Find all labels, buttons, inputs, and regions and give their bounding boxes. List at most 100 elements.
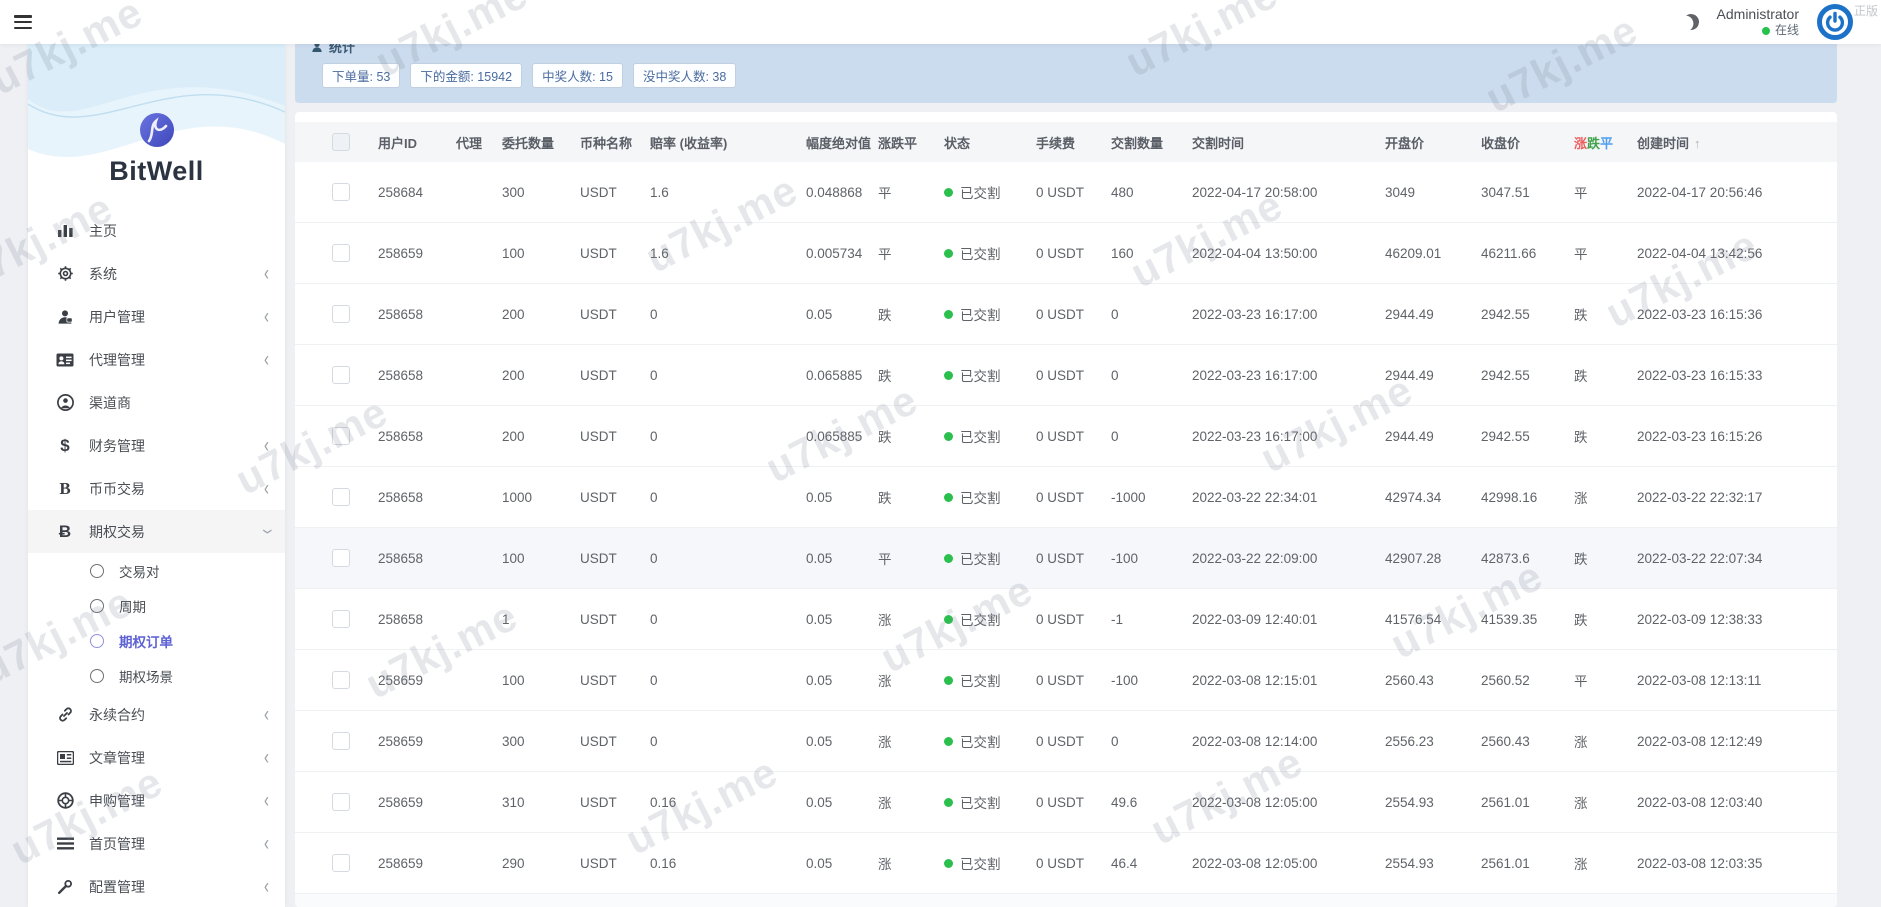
cell-涨跌平-13: 跌 — [1574, 548, 1637, 568]
bitcoin-icon: Ƀ — [55, 522, 75, 542]
cell-涨跌平-13: 跌 — [1574, 609, 1637, 629]
row-checkbox[interactable] — [332, 244, 350, 262]
sidebar-subitem-交易对[interactable]: 交易对 — [28, 553, 285, 588]
row-checkbox[interactable] — [332, 305, 350, 323]
dark-mode-moon-icon[interactable] — [1681, 12, 1701, 32]
column-header-创建时间-14[interactable]: 创建时间↑ — [1637, 133, 1797, 152]
cell-涨跌平-13: 跌 — [1574, 304, 1637, 324]
row-select-cell — [332, 427, 378, 445]
status-dot-icon — [944, 432, 953, 441]
stat-chip-中奖人数: 中奖人数: 15 — [532, 63, 623, 88]
table-row: 258659290USDT0.160.05涨已交割0 USDT46.42022-… — [295, 833, 1837, 894]
cell-币种名称-3: USDT — [580, 734, 650, 749]
row-checkbox[interactable] — [332, 732, 350, 750]
row-checkbox[interactable] — [332, 793, 350, 811]
table-row: 2586581USDT00.05涨已交割0 USDT-12022-03-09 1… — [295, 589, 1837, 650]
sidebar-item-代理管理[interactable]: 代理管理‹ — [28, 338, 285, 381]
table-bottom-filler — [295, 894, 1837, 907]
column-header-幅度绝对值-5: 幅度绝对值 — [806, 133, 878, 152]
cell-开盘价-11: 2554.93 — [1385, 795, 1481, 810]
row-checkbox[interactable] — [332, 183, 350, 201]
cell-手续费-8: 0 USDT — [1036, 795, 1111, 810]
sidebar-item-永续合约[interactable]: 永续合约‹ — [28, 693, 285, 736]
radio-circle-icon — [90, 599, 104, 613]
cell-幅度绝对值-5: 0.05 — [806, 307, 878, 322]
cell-幅度绝对值-5: 0.05 — [806, 551, 878, 566]
cell-收盘价-12: 42873.6 — [1481, 551, 1574, 566]
sidebar-item-配置管理[interactable]: 配置管理‹ — [28, 865, 285, 907]
cell-涨跌平-6: 平 — [878, 243, 944, 263]
cell-手续费-8: 0 USDT — [1036, 734, 1111, 749]
row-checkbox[interactable] — [332, 549, 350, 567]
table-header-row: 用户ID代理委托数量币种名称赔率 (收益率)幅度绝对值涨跌平状态手续费交割数量交… — [295, 122, 1837, 162]
cell-交割时间-10: 2022-03-08 12:05:00 — [1192, 795, 1385, 810]
status-dot-icon — [944, 493, 953, 502]
cell-赔率 (收益率)-4: 0 — [650, 673, 806, 688]
cell-币种名称-3: USDT — [580, 246, 650, 261]
wrench-icon — [55, 877, 75, 897]
cell-涨跌平-13: 涨 — [1574, 853, 1637, 873]
sidebar-item-首页管理[interactable]: 首页管理‹ — [28, 822, 285, 865]
sidebar-item-渠道商[interactable]: 渠道商 — [28, 381, 285, 424]
sidebar-item-币币交易[interactable]: B币币交易‹ — [28, 467, 285, 510]
cell-开盘价-11: 3049 — [1385, 185, 1481, 200]
sidebar-item-系统[interactable]: 系统‹ — [28, 252, 285, 295]
cell-创建时间-14: 2022-03-23 16:15:26 — [1637, 429, 1797, 444]
row-select-cell — [332, 488, 378, 506]
sidebar-item-期权交易[interactable]: Ƀ期权交易‹ — [28, 510, 285, 553]
avatar-power-icon[interactable] — [1817, 4, 1853, 40]
cell-委托数量-2: 100 — [502, 246, 580, 261]
column-header-涨跌平-13: 涨跌平 — [1574, 133, 1637, 152]
cell-委托数量-2: 300 — [502, 185, 580, 200]
cell-涨跌平-13: 跌 — [1574, 365, 1637, 385]
row-checkbox[interactable] — [332, 671, 350, 689]
row-checkbox[interactable] — [332, 427, 350, 445]
brand-name: BitWell — [28, 156, 285, 187]
row-checkbox[interactable] — [332, 610, 350, 628]
status-dot-icon — [944, 676, 953, 685]
cell-用户ID-0: 258658 — [378, 429, 456, 444]
cell-委托数量-2: 200 — [502, 307, 580, 322]
cell-涨跌平-6: 涨 — [878, 609, 944, 629]
sidebar-subitem-期权场景[interactable]: 期权场景 — [28, 658, 285, 693]
status-dot-icon — [944, 798, 953, 807]
cell-赔率 (收益率)-4: 0.16 — [650, 856, 806, 871]
sidebar-toggle-icon[interactable] — [14, 15, 32, 29]
row-select-cell — [332, 610, 378, 628]
row-checkbox[interactable] — [332, 854, 350, 872]
chevron-left-icon: ‹ — [264, 263, 269, 284]
cell-交割时间-10: 2022-03-22 22:09:00 — [1192, 551, 1385, 566]
row-select-cell — [332, 671, 378, 689]
cell-开盘价-11: 2944.49 — [1385, 429, 1481, 444]
brand-logo-icon — [139, 112, 175, 148]
chevron-down-icon: ‹ — [256, 529, 277, 534]
cell-幅度绝对值-5: 0.05 — [806, 490, 878, 505]
cell-收盘价-12: 2942.55 — [1481, 368, 1574, 383]
cell-涨跌平-6: 涨 — [878, 731, 944, 751]
sidebar-item-label: 用户管理 — [89, 307, 145, 327]
cell-状态-7: 已交割 — [944, 853, 1036, 873]
row-checkbox[interactable] — [332, 366, 350, 384]
sidebar-item-用户管理[interactable]: 用户管理‹ — [28, 295, 285, 338]
status-label: 已交割 — [960, 426, 1001, 446]
row-checkbox[interactable] — [332, 488, 350, 506]
status-dot-icon — [944, 554, 953, 563]
sidebar-item-财务管理[interactable]: $财务管理‹ — [28, 424, 285, 467]
sidebar-item-主页[interactable]: 主页 — [28, 209, 285, 252]
cell-委托数量-2: 1 — [502, 612, 580, 627]
sidebar-subitem-周期[interactable]: 周期 — [28, 588, 285, 623]
table-row: 258659300USDT00.05涨已交割0 USDT02022-03-08 … — [295, 711, 1837, 772]
sidebar-subitem-label: 期权订单 — [119, 631, 173, 651]
cell-交割数量-9: 0 — [1111, 368, 1192, 383]
orders-table-card: 用户ID代理委托数量币种名称赔率 (收益率)幅度绝对值涨跌平状态手续费交割数量交… — [295, 112, 1837, 907]
cell-交割时间-10: 2022-03-08 12:14:00 — [1192, 734, 1385, 749]
sidebar-item-文章管理[interactable]: 文章管理‹ — [28, 736, 285, 779]
cell-开盘价-11: 42907.28 — [1385, 551, 1481, 566]
sidebar-subitem-期权订单[interactable]: 期权订单 — [28, 623, 285, 658]
cell-币种名称-3: USDT — [580, 429, 650, 444]
select-all-checkbox[interactable] — [332, 133, 350, 151]
row-select-cell — [332, 244, 378, 262]
sidebar-item-申购管理[interactable]: 申购管理‹ — [28, 779, 285, 822]
table-row: 258684300USDT1.60.048868平已交割0 USDT480202… — [295, 162, 1837, 223]
cell-手续费-8: 0 USDT — [1036, 185, 1111, 200]
